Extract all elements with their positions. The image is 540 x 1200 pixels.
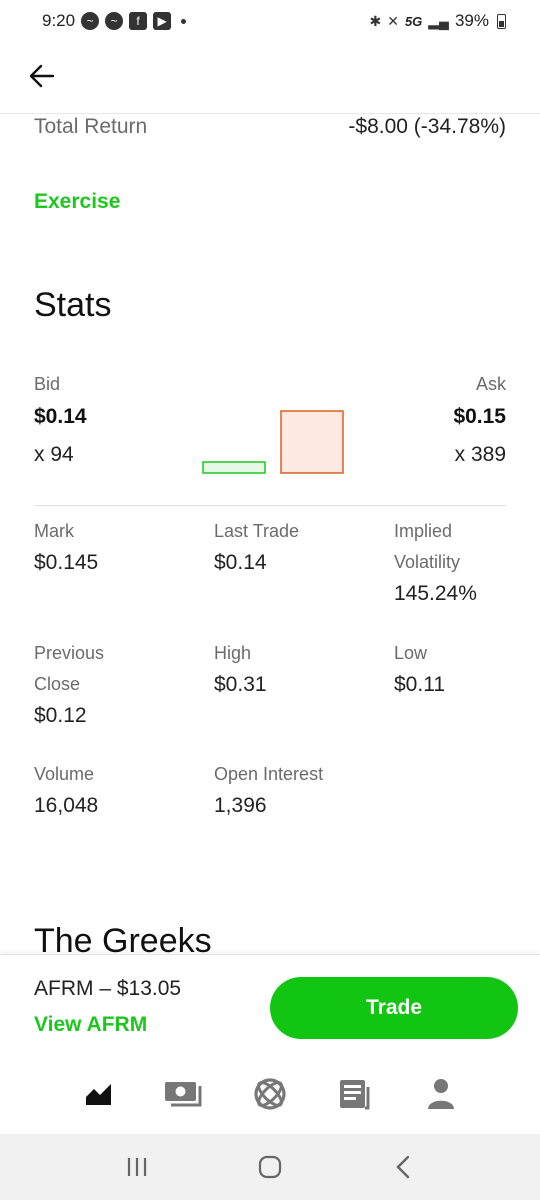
ask-size: x 389 bbox=[454, 443, 506, 466]
stat-implied-volatility: Implied Volatility 145.24% bbox=[394, 516, 504, 610]
more-notifications-dot bbox=[181, 18, 187, 24]
system-nav-bar bbox=[0, 1134, 540, 1200]
stat-value: $0.31 bbox=[214, 673, 267, 696]
stat-value: $0.11 bbox=[394, 673, 445, 696]
stats-divider bbox=[34, 505, 506, 506]
ask-label: Ask bbox=[475, 374, 506, 394]
ticker-price: AFRM – $13.05 bbox=[34, 977, 182, 1000]
stat-label: Mark bbox=[34, 521, 74, 541]
money-icon bbox=[165, 1082, 202, 1107]
stat-previous-close: Previous Close $0.12 bbox=[34, 638, 154, 732]
messenger-icon-2: ~ bbox=[105, 12, 124, 30]
total-return-row: Total Return -$8.00 (-34.78%) bbox=[34, 114, 506, 140]
home-button[interactable] bbox=[246, 1143, 294, 1191]
greeks-heading: The Greeks bbox=[34, 922, 212, 954]
recent-apps-icon bbox=[127, 1158, 146, 1176]
bid-size-bar bbox=[202, 461, 266, 474]
nav-investing[interactable] bbox=[75, 1070, 123, 1118]
battery-icon bbox=[497, 13, 506, 29]
arrow-left-icon bbox=[29, 64, 55, 88]
bluetooth-icon: ✱ bbox=[369, 12, 382, 29]
status-right: ✱ ✕ 5G ▂▄ 39% bbox=[369, 11, 506, 31]
back-button[interactable] bbox=[22, 56, 62, 96]
stat-label: Last Trade bbox=[214, 521, 300, 541]
bottom-nav bbox=[0, 1054, 540, 1134]
messenger-icon: ~ bbox=[81, 12, 100, 30]
home-icon bbox=[258, 1155, 282, 1179]
news-icon bbox=[339, 1080, 370, 1110]
crypto-icon bbox=[254, 1078, 286, 1110]
total-return-value: -$8.00 (-34.78%) bbox=[348, 115, 506, 138]
stat-label: Volume bbox=[34, 764, 95, 784]
stat-value: $0.12 bbox=[34, 704, 87, 727]
facebook-icon: f bbox=[129, 12, 148, 30]
nav-account[interactable] bbox=[417, 1070, 465, 1118]
status-left: 9:20 ~ ~ f ▶ bbox=[42, 11, 187, 31]
stats-heading: Stats bbox=[34, 286, 112, 324]
nav-cash[interactable] bbox=[160, 1070, 208, 1118]
recent-apps-button[interactable] bbox=[113, 1143, 161, 1191]
total-return-label: Total Return bbox=[34, 115, 148, 138]
youtube-icon: ▶ bbox=[153, 12, 172, 30]
exercise-link[interactable]: Exercise bbox=[34, 190, 120, 214]
trade-bar: AFRM – $13.05 View AFRM Trade bbox=[0, 954, 540, 1054]
stat-value: $0.14 bbox=[214, 551, 267, 574]
bid-block: Bid $0.14 x 94 bbox=[34, 372, 87, 468]
nav-news[interactable] bbox=[332, 1070, 380, 1118]
stat-label: Open Interest bbox=[214, 764, 324, 784]
bid-price: $0.14 bbox=[34, 405, 87, 428]
signal-icon: ▂▄ bbox=[428, 12, 449, 29]
stat-high: High $0.31 bbox=[214, 638, 374, 701]
stat-mark: Mark $0.145 bbox=[34, 516, 194, 579]
stat-last-trade: Last Trade $0.14 bbox=[214, 516, 374, 579]
network-type: 5G bbox=[404, 13, 423, 29]
trade-button[interactable]: Trade bbox=[270, 977, 518, 1039]
bid-ask-size-chart bbox=[202, 410, 344, 474]
stat-value: 145.24% bbox=[394, 582, 477, 605]
mute-icon: ✕ bbox=[387, 12, 399, 29]
stat-value: 1,396 bbox=[214, 794, 267, 817]
ask-size-bar bbox=[280, 410, 344, 474]
stat-value: $0.145 bbox=[34, 551, 99, 574]
status-bar: 9:20 ~ ~ f ▶ ✱ ✕ 5G ▂▄ 39% bbox=[0, 0, 540, 42]
stat-label: High bbox=[214, 643, 252, 663]
stat-low: Low $0.11 bbox=[394, 638, 540, 701]
nav-crypto[interactable] bbox=[246, 1070, 294, 1118]
bid-size: x 94 bbox=[34, 443, 74, 466]
ask-price: $0.15 bbox=[453, 405, 506, 428]
bid-label: Bid bbox=[34, 374, 61, 394]
status-time: 9:20 bbox=[42, 11, 76, 30]
stat-value: 16,048 bbox=[34, 794, 99, 817]
chevron-left-icon bbox=[396, 1155, 410, 1179]
stat-label: Implied Volatility bbox=[394, 521, 461, 572]
app-header bbox=[0, 42, 540, 114]
view-afrm-link[interactable]: View AFRM bbox=[34, 1013, 147, 1037]
ask-block: Ask $0.15 x 389 bbox=[453, 372, 506, 468]
stat-label: Previous Close bbox=[34, 643, 105, 694]
stat-volume: Volume 16,048 bbox=[34, 759, 194, 822]
stat-open-interest: Open Interest 1,396 bbox=[214, 759, 324, 822]
stat-label: Low bbox=[394, 643, 428, 663]
system-back-button[interactable] bbox=[379, 1143, 427, 1191]
profile-icon bbox=[428, 1079, 455, 1109]
options-detail-content[interactable]: Total Return -$8.00 (-34.78%) Exercise S… bbox=[0, 114, 540, 954]
investing-icon bbox=[85, 1081, 112, 1105]
battery-percent: 39% bbox=[454, 11, 489, 30]
